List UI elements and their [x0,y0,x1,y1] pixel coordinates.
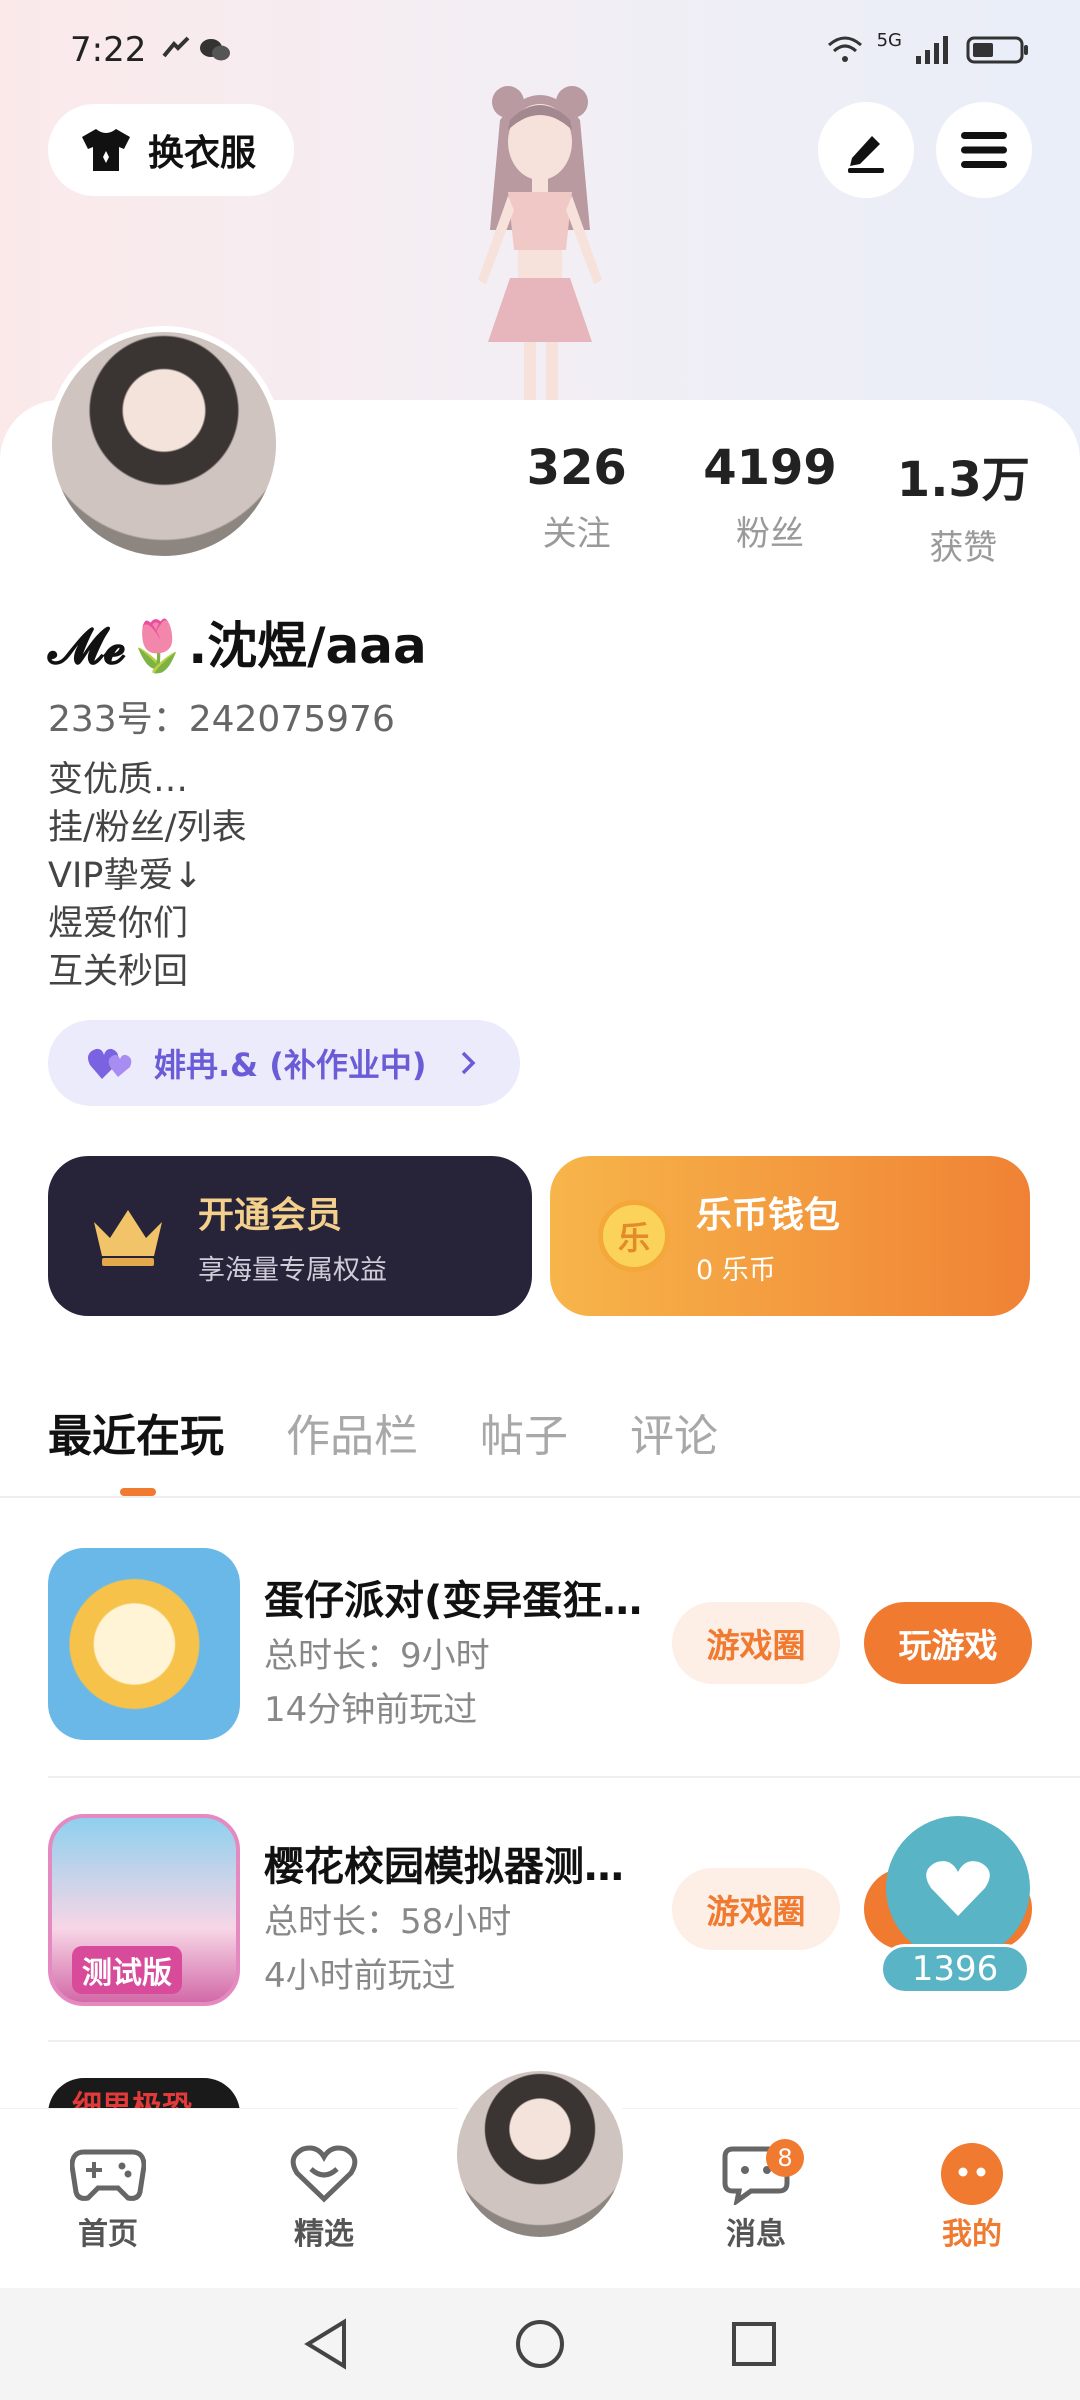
bio-line: 煜爱你们 [48,904,189,944]
hamburger-menu-icon [961,132,1007,168]
battery-icon [966,36,1028,64]
vip-card-title: 开通会员 [198,1194,343,1236]
nav-me[interactable]: 我的 [902,2139,1042,2253]
profile-uid: 233号：242075976 [48,699,395,740]
floating-like-button[interactable]: 1396 [880,1816,1030,1994]
tab-posts[interactable]: 帖子 [480,1400,568,1464]
profile-stats: 326 关注 4199 粉丝 1.3万 获赞 [480,440,1060,569]
stat-following-label: 关注 [542,514,611,554]
heart-outline-icon [290,2145,358,2203]
nav-home[interactable]: 首页 [38,2139,178,2253]
recents-square-icon[interactable] [728,2318,780,2370]
tshirt-icon [82,129,130,171]
system-navigation-bar [0,2288,1080,2400]
stat-likes[interactable]: 1.3万 获赞 [867,440,1060,569]
row-divider [48,2040,1080,2042]
menu-button[interactable] [936,102,1032,198]
nav-center-avatar-button[interactable] [446,2060,634,2248]
game-circle-button[interactable]: 游戏圈 [672,1602,840,1684]
nav-featured[interactable]: 精选 [254,2139,394,2253]
tab-comments[interactable]: 评论 [630,1400,718,1464]
stat-likes-count: 1.3万 [896,452,1030,508]
tabs-divider [0,1496,1080,1498]
bio-line: 变优质… [48,760,189,800]
game-icon-badge-text: 测试版 [72,1946,182,1994]
messages-unread-badge: 8 [766,2139,804,2177]
vip-membership-card[interactable]: 开通会员 享海量专属权益 [48,1156,532,1316]
status-notification-icons [160,36,232,64]
back-triangle-icon[interactable] [300,2316,352,2372]
game-last-played: 14分钟前玩过 [264,1690,478,1730]
like-count: 1396 [880,1944,1030,1994]
profile-avatar[interactable] [46,326,282,562]
game-last-played: 4小时前玩过 [264,1956,456,1996]
virtual-avatar-character[interactable] [420,80,660,410]
game-duration: 总时长：58小时 [264,1902,512,1942]
relationship-tag-label: 婔冉.& (补作业中) [154,1046,427,1084]
me-face-icon [941,2143,1003,2205]
floating-like-circle [886,1816,1030,1960]
nav-center-avatar-image [457,2071,623,2237]
status-time: 7:22 [70,30,147,70]
active-tab-indicator [120,1488,156,1496]
profile-name: 𝓜𝓮🌷.沈煜/aaa [48,617,427,675]
game-circle-button[interactable]: 游戏圈 [672,1868,840,1950]
chevron-right-icon [462,1051,476,1075]
edit-pencil-icon [848,136,884,173]
coin-icon: 乐 [598,1200,670,1272]
nav-messages-label: 消息 [726,2217,786,2252]
bio-line: 挂/粉丝/列表 [48,808,247,848]
network-type-label: 5G [876,29,902,51]
tab-recently-played[interactable]: 最近在玩 [48,1400,224,1464]
profile-bio: 变优质… 挂/粉丝/列表 VIP挚爱↓ 煜爱你们 互关秒回 [48,756,247,996]
coin-icon-glyph: 乐 [617,1219,650,1257]
signal-icon [916,36,948,64]
game-list-item[interactable]: 蛋仔派对(变异蛋狂… 总时长：9小时 14分钟前玩过 游戏圈 玩游戏 [0,1548,1080,1812]
play-game-button[interactable]: 玩游戏 [864,1602,1032,1684]
stat-fans[interactable]: 4199 粉丝 [673,440,866,569]
coin-wallet-card[interactable]: 乐 乐币钱包 0 乐币 [550,1156,1030,1316]
wallet-card-subtitle: 0 乐币 [696,1254,776,1286]
row-divider [48,1776,1080,1778]
wallet-card-title: 乐币钱包 [696,1194,841,1236]
stat-fans-label: 粉丝 [735,514,804,554]
nav-me-label: 我的 [942,2217,1002,2252]
edit-profile-button[interactable] [818,102,914,198]
change-outfit-label: 换衣服 [148,133,257,174]
game-icon-eggy-party[interactable] [48,1548,240,1740]
crown-icon [94,1210,162,1266]
stat-likes-label: 获赞 [929,528,998,568]
double-heart-icon [88,1048,132,1079]
app-notification-icon [162,36,190,58]
stat-fans-count: 4199 [703,440,837,496]
stat-following[interactable]: 326 关注 [480,440,673,569]
nav-featured-label: 精选 [294,2217,354,2252]
game-title: 蛋仔派对(变异蛋狂… [264,1578,643,1624]
relationship-tag-chip[interactable]: 婔冉.& (补作业中) [48,1020,520,1106]
change-outfit-button[interactable]: 换衣服 [48,104,294,196]
heart-icon [926,1861,990,1916]
bio-line: 互关秒回 [48,952,189,992]
wechat-icon [200,39,231,61]
wifi-icon [827,36,862,62]
stat-following-count: 326 [526,440,627,496]
nav-home-label: 首页 [78,2217,138,2252]
bio-line: VIP挚爱↓ [48,856,203,896]
vip-card-subtitle: 享海量专属权益 [198,1254,387,1286]
gamepad-icon [70,2149,146,2201]
game-duration: 总时长：9小时 [264,1636,490,1676]
nav-messages[interactable]: 8 消息 [686,2139,826,2253]
tab-works[interactable]: 作品栏 [286,1400,418,1464]
profile-tabs: 最近在玩 作品栏 帖子 评论 [48,1400,718,1464]
status-right-icons: 5G [825,30,1030,66]
game-icon-sakura-school[interactable]: 测试版 [48,1814,240,2006]
game-title: 樱花校园模拟器测… [264,1844,624,1890]
home-circle-icon[interactable] [512,2316,568,2372]
